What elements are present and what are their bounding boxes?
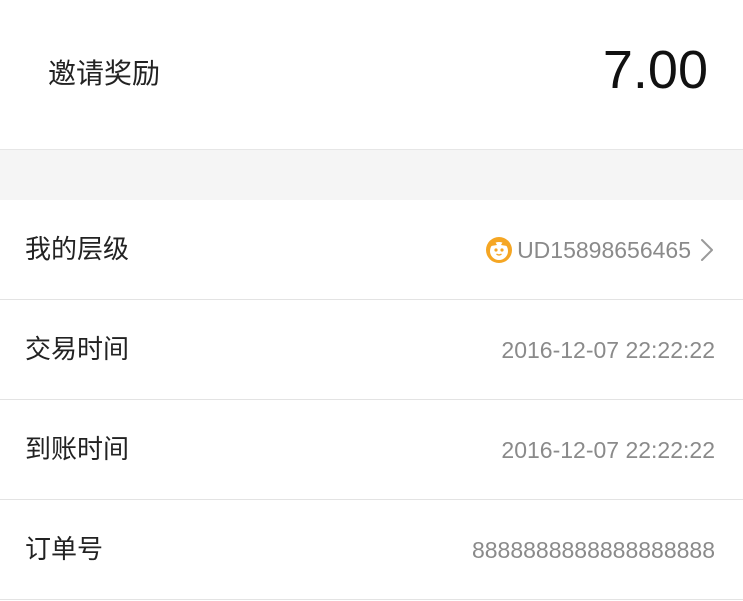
section-divider [0, 149, 743, 200]
reward-header: 邀请奖励 7.00 [0, 0, 743, 149]
detail-list: 我的层级 UD15898656465 交易时间 2016-12-07 22:22… [0, 200, 743, 600]
reward-amount: 7.00 [602, 40, 708, 100]
detail-row-value: 2016-12-07 22:22:22 [501, 437, 715, 463]
reward-detail-page: 邀请奖励 7.00 我的层级 UD15898656465 交易时间 2016-1… [0, 0, 743, 601]
detail-row-label: 订单号 [25, 535, 104, 565]
detail-row-order-number: 订单号 8888888888888888888 [0, 500, 743, 600]
detail-row-trade-time: 交易时间 2016-12-07 22:22:22 [0, 300, 743, 400]
detail-row-value: UD15898656465 [485, 230, 691, 270]
level-badge-icon [485, 236, 513, 264]
detail-row-label: 交易时间 [25, 335, 130, 365]
chevron-right-icon [699, 238, 715, 262]
detail-row-label: 到账时间 [25, 435, 130, 465]
detail-row-value: 2016-12-07 22:22:22 [501, 337, 715, 363]
reward-title: 邀请奖励 [48, 57, 161, 90]
detail-row-value: 8888888888888888888 [471, 537, 715, 563]
detail-row-label: 我的层级 [25, 235, 130, 265]
detail-row-arrival-time: 到账时间 2016-12-07 22:22:22 [0, 400, 743, 500]
detail-row-level[interactable]: 我的层级 UD15898656465 [0, 200, 743, 300]
level-user-id: UD15898656465 [517, 237, 691, 263]
